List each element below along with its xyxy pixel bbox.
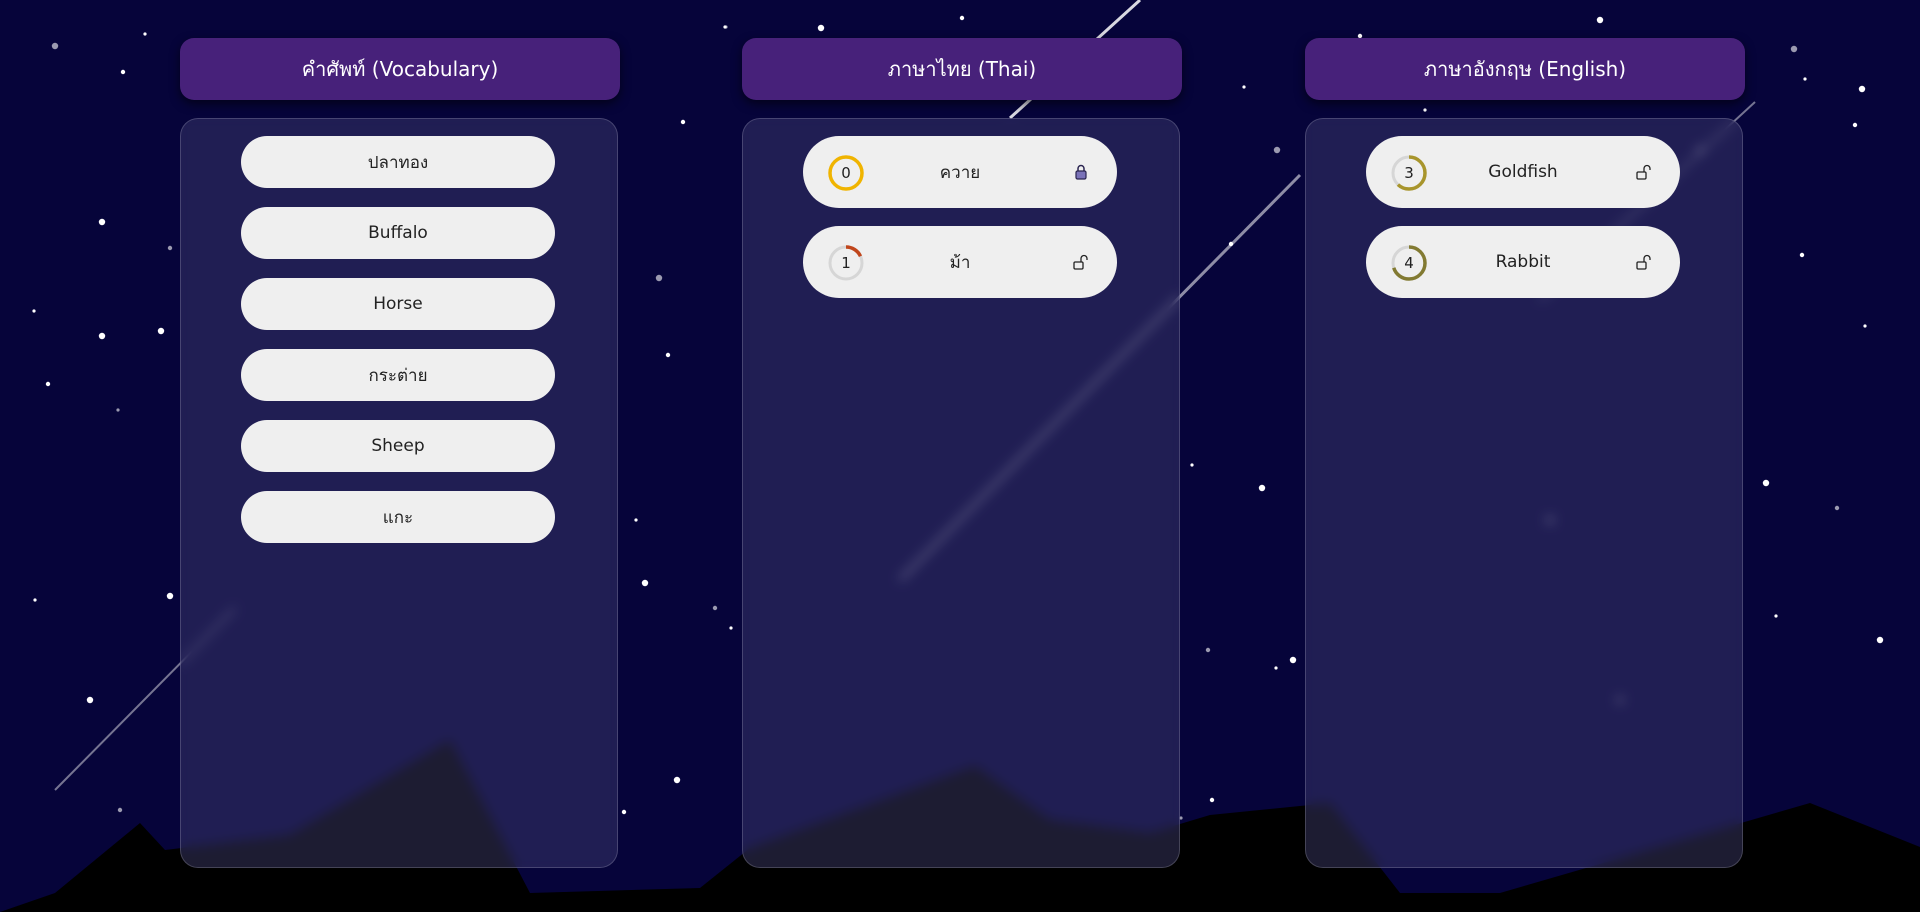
lock-body — [1073, 261, 1084, 270]
star — [680, 119, 686, 125]
star — [1774, 614, 1778, 618]
star — [117, 807, 123, 813]
thai-header: ภาษาไทย (Thai) — [742, 38, 1182, 100]
star — [1863, 324, 1867, 328]
star — [143, 32, 147, 36]
answer-label: Goldfish — [1488, 162, 1558, 182]
star — [621, 809, 627, 815]
answer-label: ควาย — [939, 162, 981, 183]
vocab-word-button[interactable]: กระต่าย — [241, 349, 555, 401]
star — [98, 218, 106, 226]
star — [120, 69, 126, 75]
unlock-icon[interactable] — [1073, 253, 1089, 271]
star — [98, 332, 106, 340]
star — [1258, 484, 1266, 492]
thai-answer-card[interactable]: 1 ม้า — [803, 226, 1117, 298]
star — [641, 579, 649, 587]
star — [1876, 636, 1884, 644]
star — [166, 592, 174, 600]
star — [729, 626, 733, 630]
vocab-word-button[interactable]: Buffalo — [241, 207, 555, 259]
star — [51, 42, 59, 50]
star — [1799, 252, 1805, 258]
vocab-word-button[interactable]: Horse — [241, 278, 555, 330]
unlock-icon[interactable] — [1636, 253, 1652, 271]
vocabulary-header: คำศัพท์ (Vocabulary) — [180, 38, 620, 100]
star — [1205, 647, 1211, 653]
star — [673, 776, 681, 784]
english-header: ภาษาอังกฤษ (English) — [1305, 38, 1745, 100]
lock-shackle — [1077, 164, 1085, 171]
vocabulary-column: คำศัพท์ (Vocabulary) ปลาทอง Buffalo Hors… — [180, 38, 620, 868]
star — [86, 696, 94, 704]
star — [1762, 479, 1770, 487]
star — [33, 598, 37, 602]
lock-body — [1636, 171, 1647, 180]
star — [1858, 85, 1866, 93]
star — [959, 15, 965, 21]
star — [1596, 16, 1604, 24]
star — [1289, 656, 1297, 664]
star — [665, 352, 671, 358]
star — [1242, 85, 1246, 89]
star — [157, 327, 165, 335]
english-answer-card[interactable]: 4 Rabbit — [1366, 226, 1680, 298]
star — [1423, 108, 1427, 112]
star — [712, 605, 718, 611]
star — [167, 245, 173, 251]
star — [32, 309, 36, 313]
star — [817, 24, 825, 32]
thai-column: ภาษาไทย (Thai) 0 ควาย 1 ม้า — [742, 38, 1182, 868]
vocab-word-button[interactable]: ปลาทอง — [241, 136, 555, 188]
star — [724, 25, 728, 29]
lock-icon[interactable] — [1073, 163, 1089, 181]
vocab-word-button[interactable]: แกะ — [241, 491, 555, 543]
star — [1803, 77, 1807, 81]
english-answer-list: 3 Goldfish 4 Rabbit — [1366, 136, 1680, 316]
star — [1274, 666, 1278, 670]
star — [1834, 505, 1840, 511]
answer-label: ม้า — [949, 252, 971, 273]
vocab-word-button[interactable]: Sheep — [241, 420, 555, 472]
star — [1790, 45, 1798, 53]
lock-shackle — [1643, 254, 1651, 262]
star — [1273, 146, 1281, 154]
lock-shackle — [1643, 164, 1651, 172]
thai-answer-card[interactable]: 0 ควาย — [803, 136, 1117, 208]
thai-answer-list: 0 ควาย 1 ม้า — [803, 136, 1117, 316]
star — [1209, 797, 1215, 803]
vocabulary-list: ปลาทอง Buffalo Horse กระต่าย Sheep แกะ — [241, 136, 555, 562]
star — [45, 381, 51, 387]
lock-shackle — [1080, 254, 1088, 262]
unlock-icon[interactable] — [1636, 163, 1652, 181]
lock-body — [1636, 261, 1647, 270]
star — [116, 408, 120, 412]
lock-body — [1075, 170, 1087, 180]
star — [1190, 463, 1194, 467]
star — [634, 518, 638, 522]
english-column: ภาษาอังกฤษ (English) 3 Goldfish 4 Rabbit — [1305, 38, 1745, 868]
star — [655, 274, 663, 282]
english-answer-card[interactable]: 3 Goldfish — [1366, 136, 1680, 208]
star — [1852, 122, 1858, 128]
answer-label: Rabbit — [1495, 252, 1551, 272]
